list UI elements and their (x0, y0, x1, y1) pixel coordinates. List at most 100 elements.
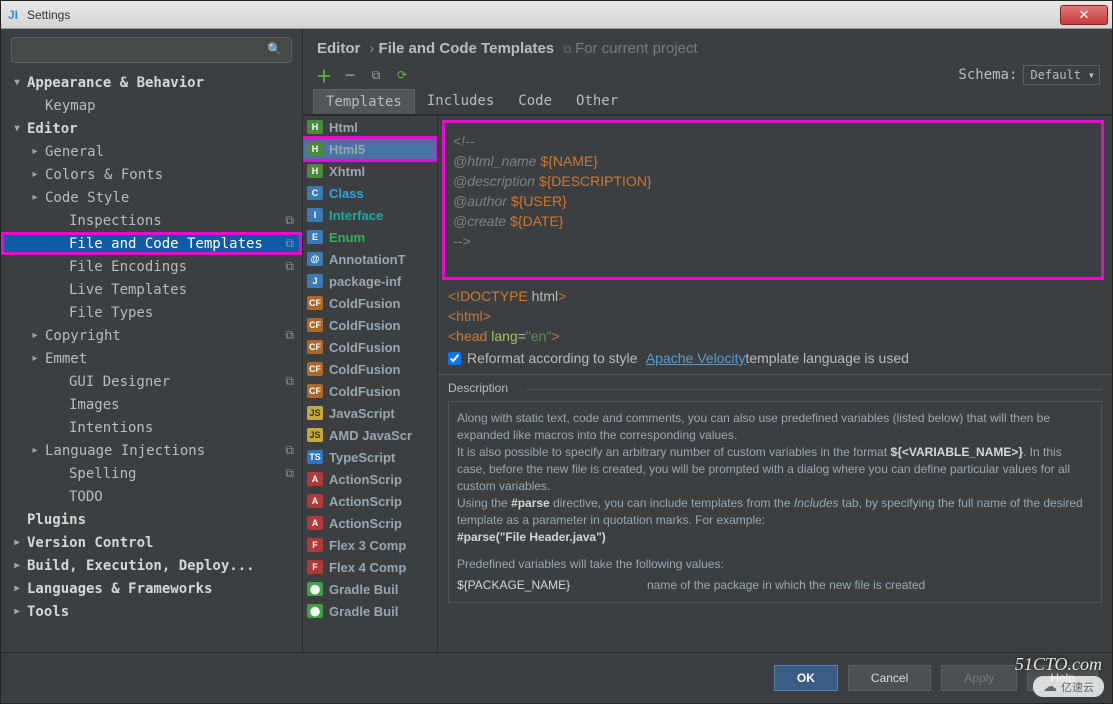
file-icon: J (307, 274, 323, 288)
tree-item[interactable]: ▾Appearance & Behavior (1, 71, 302, 94)
reformat-label-pre: Reformat according to style (467, 350, 637, 366)
tab-code[interactable]: Code (506, 89, 564, 114)
reformat-checkbox[interactable] (448, 352, 461, 365)
tree-item[interactable]: Inspections⧉ (1, 209, 302, 232)
code-preview: <!DOCTYPE html><html><head lang="en"> (438, 284, 1112, 346)
template-item[interactable]: Jpackage-inf (303, 270, 437, 292)
tree-item[interactable]: Keymap (1, 94, 302, 117)
refresh-button[interactable]: ⟳ (393, 66, 411, 84)
file-icon: H (307, 164, 323, 178)
template-item[interactable]: JSAMD JavaScr (303, 424, 437, 446)
file-icon: F (307, 538, 323, 552)
tree-item[interactable]: File and Code Templates⧉ (1, 232, 302, 255)
template-item[interactable]: ⬤Gradle Buil (303, 578, 437, 600)
tree-item[interactable]: ▸Version Control (1, 531, 302, 554)
template-item[interactable]: AActionScrip (303, 512, 437, 534)
tree-item[interactable]: Live Templates (1, 278, 302, 301)
tree-item[interactable]: ▸Tools (1, 600, 302, 623)
template-item[interactable]: ⬤Gradle Buil (303, 600, 437, 622)
template-item[interactable]: AActionScrip (303, 468, 437, 490)
tree-item[interactable]: Images (1, 393, 302, 416)
cancel-button[interactable]: Cancel (848, 665, 931, 691)
reformat-label-post: template language is used (745, 350, 908, 366)
add-button[interactable]: ＋ (315, 66, 333, 84)
window-title: Settings (27, 8, 70, 22)
tree-item[interactable]: File Types (1, 301, 302, 324)
tree-item[interactable]: ▸Colors & Fonts (1, 163, 302, 186)
file-icon: F (307, 560, 323, 574)
file-icon: CF (307, 340, 323, 354)
tree-item[interactable]: Plugins (1, 508, 302, 531)
file-icon: JS (307, 406, 323, 420)
sidebar: 🔍 ▾Appearance & BehaviorKeymap▾Editor▸Ge… (1, 29, 303, 652)
template-item[interactable]: CFColdFusion (303, 358, 437, 380)
tab-includes[interactable]: Includes (415, 89, 506, 114)
template-item[interactable]: HXhtml (303, 160, 437, 182)
tree-item[interactable]: ▸Copyright⧉ (1, 324, 302, 347)
tree-item[interactable]: TODO (1, 485, 302, 508)
template-item[interactable]: @AnnotationT (303, 248, 437, 270)
template-item[interactable]: CClass (303, 182, 437, 204)
close-button[interactable]: ✕ (1060, 5, 1108, 25)
description-body: Along with static text, code and comment… (448, 401, 1102, 603)
file-icon: A (307, 472, 323, 486)
tree-item[interactable]: Spelling⧉ (1, 462, 302, 485)
file-icon: ⬤ (307, 582, 323, 596)
schema-label: Schema: (958, 67, 1017, 83)
file-icon: A (307, 494, 323, 508)
template-item[interactable]: IInterface (303, 204, 437, 226)
template-item[interactable]: FFlex 3 Comp (303, 534, 437, 556)
copy-button[interactable]: ⧉ (367, 66, 385, 84)
tab-templates[interactable]: Templates (313, 89, 415, 114)
tab-other[interactable]: Other (564, 89, 630, 114)
velocity-link[interactable]: Apache Velocity (646, 350, 746, 366)
app-icon: JI (5, 7, 21, 23)
file-icon: CF (307, 318, 323, 332)
file-icon: A (307, 516, 323, 530)
ok-button[interactable]: OK (774, 665, 838, 691)
tree-item[interactable]: GUI Designer⧉ (1, 370, 302, 393)
tree-item[interactable]: ▸Language Injections⧉ (1, 439, 302, 462)
toolbar: ＋ − ⧉ ⟳ Schema: Default (303, 61, 1112, 89)
file-icon: C (307, 186, 323, 200)
remove-button[interactable]: − (341, 66, 359, 84)
file-icon: I (307, 208, 323, 222)
file-icon: @ (307, 252, 323, 266)
template-item[interactable]: EEnum (303, 226, 437, 248)
template-item[interactable]: JSJavaScript (303, 402, 437, 424)
tree-item[interactable]: ▸General (1, 140, 302, 163)
template-item[interactable]: HHtml (303, 116, 437, 138)
tree-item[interactable]: ▾Editor (1, 117, 302, 140)
titlebar: JI Settings ✕ (1, 1, 1112, 29)
search-input[interactable] (11, 37, 292, 63)
template-item[interactable]: CFColdFusion (303, 380, 437, 402)
template-item[interactable]: TSTypeScript (303, 446, 437, 468)
tree-item[interactable]: ▸Languages & Frameworks (1, 577, 302, 600)
file-icon: CF (307, 296, 323, 310)
help-button[interactable]: Help (1027, 665, 1098, 691)
tree-item[interactable]: ▸Code Style (1, 186, 302, 209)
template-item[interactable]: CFColdFusion (303, 336, 437, 358)
search-icon: 🔍 (267, 42, 282, 56)
tree-item[interactable]: ▸Emmet (1, 347, 302, 370)
settings-tree[interactable]: ▾Appearance & BehaviorKeymap▾Editor▸Gene… (1, 71, 302, 652)
file-icon: CF (307, 362, 323, 376)
file-icon: TS (307, 450, 323, 464)
tree-item[interactable]: Intentions (1, 416, 302, 439)
file-icon: ⬤ (307, 604, 323, 618)
template-item[interactable]: CFColdFusion (303, 292, 437, 314)
tree-item[interactable]: File Encodings⧉ (1, 255, 302, 278)
template-item[interactable]: CFColdFusion (303, 314, 437, 336)
template-item[interactable]: AActionScrip (303, 490, 437, 512)
template-item[interactable]: FFlex 4 Comp (303, 556, 437, 578)
schema-select[interactable]: Default (1023, 65, 1100, 85)
apply-button[interactable]: Apply (941, 665, 1017, 691)
template-item[interactable]: HHtml5 (303, 138, 437, 160)
file-icon: H (307, 120, 323, 134)
file-icon: CF (307, 384, 323, 398)
code-editor[interactable]: <!-- @html_name ${NAME} @description ${D… (442, 120, 1104, 280)
template-list[interactable]: HHtmlHHtml5HXhtmlCClassIInterfaceEEnum@A… (303, 116, 438, 652)
file-icon: JS (307, 428, 323, 442)
tree-item[interactable]: ▸Build, Execution, Deploy... (1, 554, 302, 577)
breadcrumb: Editor › File and Code Templates ⧉ For c… (303, 29, 1112, 61)
